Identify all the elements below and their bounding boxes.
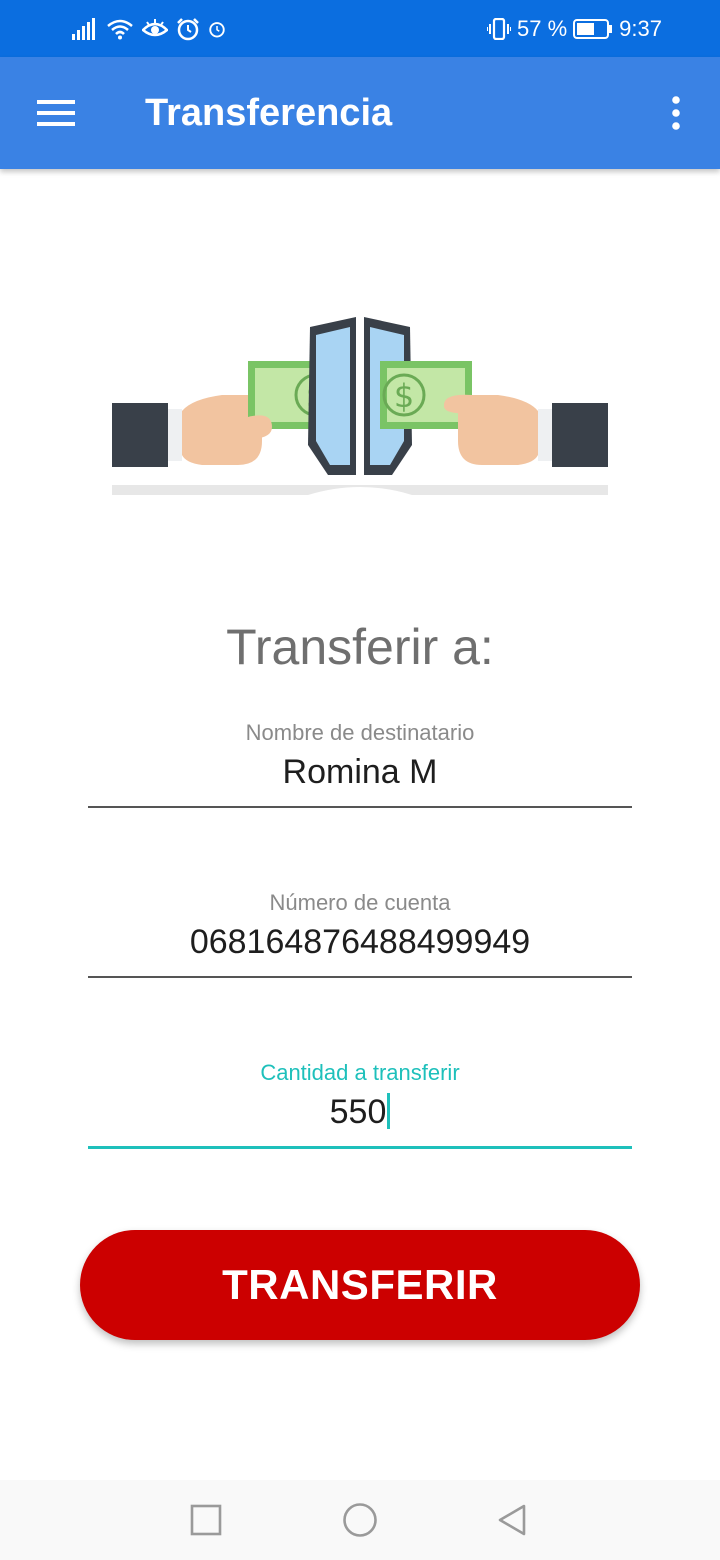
battery-percent: 57 % xyxy=(517,16,568,41)
account-number-underline xyxy=(88,976,632,978)
svg-text:$: $ xyxy=(394,377,414,415)
money-transfer-illustration: $ $ xyxy=(112,317,608,495)
amount-field[interactable]: Cantidad a transferir 550 xyxy=(88,1058,632,1149)
recipient-name-input[interactable]: Romina M xyxy=(88,748,632,796)
more-vert-icon xyxy=(672,96,680,130)
back-triangle-icon xyxy=(498,1504,526,1536)
form-heading: Transferir a: xyxy=(226,619,494,675)
eye-comfort-icon xyxy=(142,19,168,37)
recipient-name-field[interactable]: Nombre de destinatario Romina M xyxy=(88,718,632,808)
amount-label: Cantidad a transferir xyxy=(260,1060,460,1085)
system-nav-bar xyxy=(0,1480,720,1560)
page-title: Transferencia xyxy=(145,92,393,134)
text-cursor xyxy=(387,1093,391,1130)
amount-input-row[interactable]: 550 xyxy=(88,1088,632,1136)
clock: 9:37 xyxy=(619,16,662,41)
overflow-menu-button[interactable] xyxy=(656,85,696,141)
recipient-name-underline xyxy=(88,806,632,808)
status-icons-right: 57 % 9:37 xyxy=(487,14,662,44)
status-bar: 57 % 9:37 xyxy=(0,0,720,57)
recents-square-icon xyxy=(190,1504,222,1536)
wifi-icon xyxy=(107,19,133,40)
account-number-input[interactable]: 068164876488499949 xyxy=(88,918,632,966)
battery-icon xyxy=(573,19,613,39)
account-number-field[interactable]: Número de cuenta 068164876488499949 xyxy=(88,888,632,978)
back-button[interactable] xyxy=(490,1498,534,1542)
hamburger-menu-icon xyxy=(37,100,75,126)
transfer-button[interactable]: TRANSFERIR xyxy=(80,1230,640,1340)
recipient-name-label: Nombre de destinatario xyxy=(245,720,475,745)
status-icons-left xyxy=(72,14,226,44)
home-button[interactable] xyxy=(338,1498,382,1542)
signal-icon xyxy=(72,18,95,40)
app-bar: Transferencia xyxy=(0,57,720,169)
menu-button[interactable] xyxy=(24,85,88,141)
amount-input[interactable]: 550 xyxy=(330,1093,387,1131)
amount-underline xyxy=(88,1146,632,1149)
recents-button[interactable] xyxy=(184,1498,228,1542)
home-circle-icon xyxy=(343,1503,377,1537)
alarm-small-icon xyxy=(209,22,225,38)
vibrate-icon xyxy=(487,18,512,40)
account-number-label: Número de cuenta xyxy=(269,890,451,915)
alarm-icon xyxy=(177,18,199,41)
